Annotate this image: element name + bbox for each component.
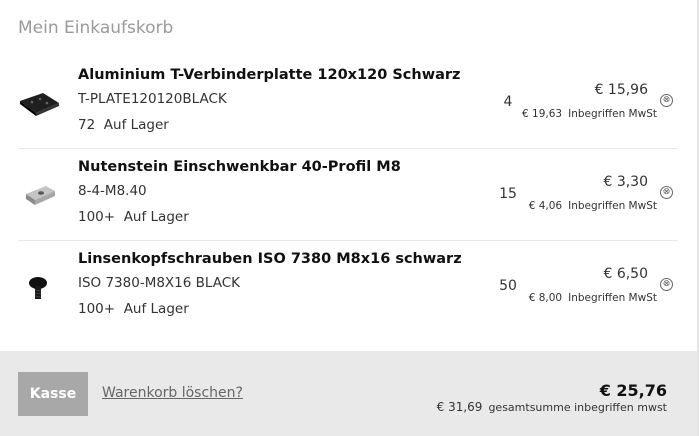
- gross-label: Inbegriffen MwSt: [568, 200, 657, 212]
- gross-label: Inbegriffen MwSt: [568, 292, 657, 304]
- product-thumbnail-slot-nut: [26, 186, 55, 205]
- cart-item: Aluminium T-Verbinderplatte 120x120 Schw…: [18, 56, 678, 149]
- quantity[interactable]: 50: [488, 278, 528, 294]
- stock-label: Auf Lager: [103, 117, 169, 133]
- checkout-button[interactable]: Kasse: [18, 372, 88, 416]
- product-sku: T-PLATE120120BLACK: [78, 91, 227, 107]
- gross-value: € 8,00: [528, 292, 563, 304]
- item-price: € 15,96: [594, 82, 648, 98]
- item-gross-price: € 19,63 Inbegriffen MwSt: [522, 108, 657, 120]
- stock-label: Auf Lager: [123, 301, 189, 317]
- item-gross-price: € 8,00 Inbegriffen MwSt: [529, 292, 657, 304]
- cart-item: Nutenstein Einschwenkbar 40-Profil M8 8-…: [18, 148, 678, 241]
- product-thumbnail-screw: [29, 277, 47, 299]
- product-sku: ISO 7380-M8X16 BLACK: [78, 275, 241, 291]
- product-name[interactable]: Aluminium T-Verbinderplatte 120x120 Schw…: [78, 67, 461, 83]
- total-gross-label: gesamtsumme inbegriffen mwst: [488, 401, 667, 414]
- product-name[interactable]: Linsenkopfschrauben ISO 7380 M8x16 schwa…: [78, 251, 462, 267]
- cart-total-gross: € 31,69 gesamtsumme inbegriffen mwst: [437, 400, 667, 414]
- stock-label: Auf Lager: [123, 209, 189, 225]
- gross-value: € 4,06: [528, 200, 563, 212]
- stock-count: 72: [78, 117, 96, 133]
- cart-item: Linsenkopfschrauben ISO 7380 M8x16 schwa…: [18, 240, 678, 332]
- quantity[interactable]: 15: [488, 186, 528, 202]
- stock-status: 72 Auf Lager: [78, 117, 169, 133]
- cart-title: Mein Einkaufskorb: [18, 18, 174, 38]
- item-price: € 3,30: [603, 174, 648, 190]
- gross-label: Inbegriffen MwSt: [568, 108, 657, 120]
- item-gross-price: € 4,06 Inbegriffen MwSt: [529, 200, 657, 212]
- cart-footer: Kasse Warenkorb löschen? € 25,76 € 31,69…: [0, 351, 697, 436]
- stock-status: 100+ Auf Lager: [78, 209, 189, 225]
- remove-item-icon[interactable]: ⊗: [660, 94, 673, 107]
- stock-count: 100+: [78, 301, 116, 317]
- product-sku: 8-4-M8.40: [78, 183, 147, 199]
- remove-item-icon[interactable]: ⊗: [660, 278, 673, 291]
- cart-panel: Mein Einkaufskorb Aluminium T-Verbinderp…: [0, 0, 699, 436]
- item-price: € 6,50: [603, 266, 648, 282]
- stock-count: 100+: [78, 209, 116, 225]
- gross-value: € 19,63: [522, 108, 563, 120]
- stock-status: 100+ Auf Lager: [78, 301, 189, 317]
- clear-cart-link[interactable]: Warenkorb löschen?: [102, 385, 243, 401]
- product-thumbnail-t-plate: [20, 93, 59, 116]
- cart-total: € 25,76: [599, 381, 667, 400]
- product-name[interactable]: Nutenstein Einschwenkbar 40-Profil M8: [78, 159, 401, 175]
- total-gross-value: € 31,69: [436, 400, 483, 414]
- remove-item-icon[interactable]: ⊗: [660, 186, 673, 199]
